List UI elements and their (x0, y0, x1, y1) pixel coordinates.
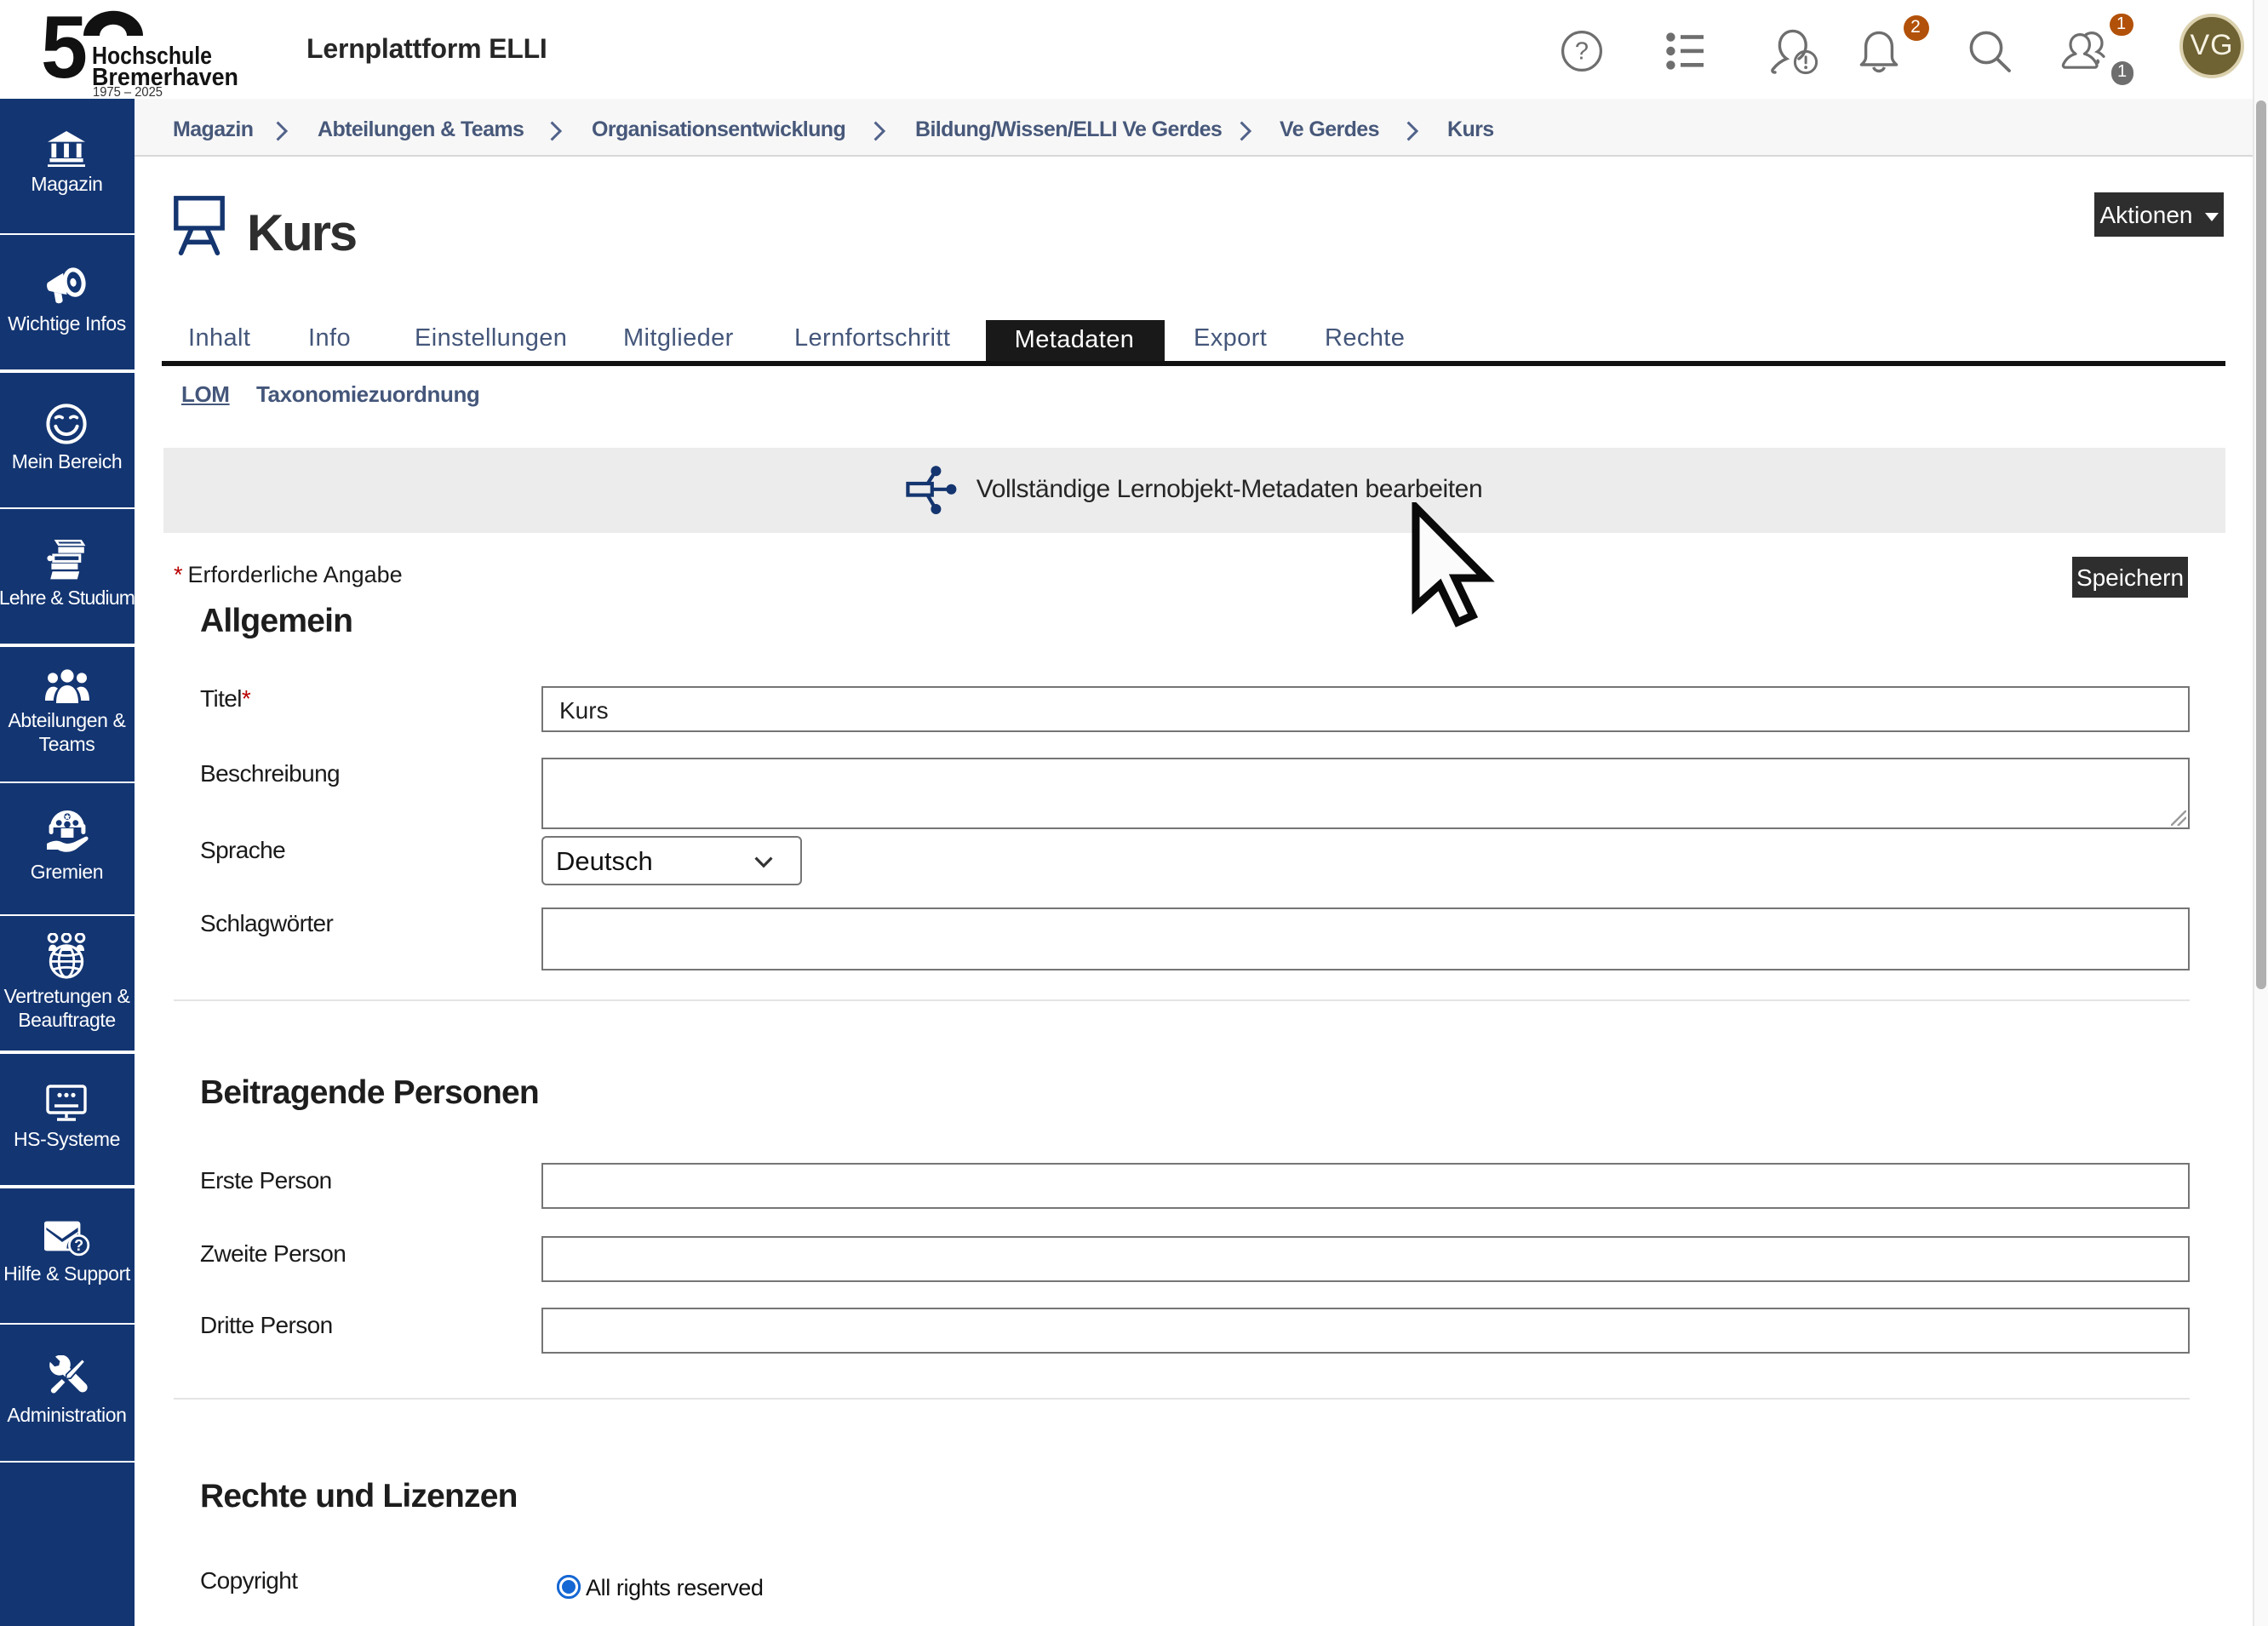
svg-text:?: ? (74, 1238, 83, 1255)
svg-text:?: ? (1575, 38, 1589, 66)
svg-text:1975 – 2025: 1975 – 2025 (92, 85, 162, 99)
svg-text:5: 5 (42, 9, 87, 97)
